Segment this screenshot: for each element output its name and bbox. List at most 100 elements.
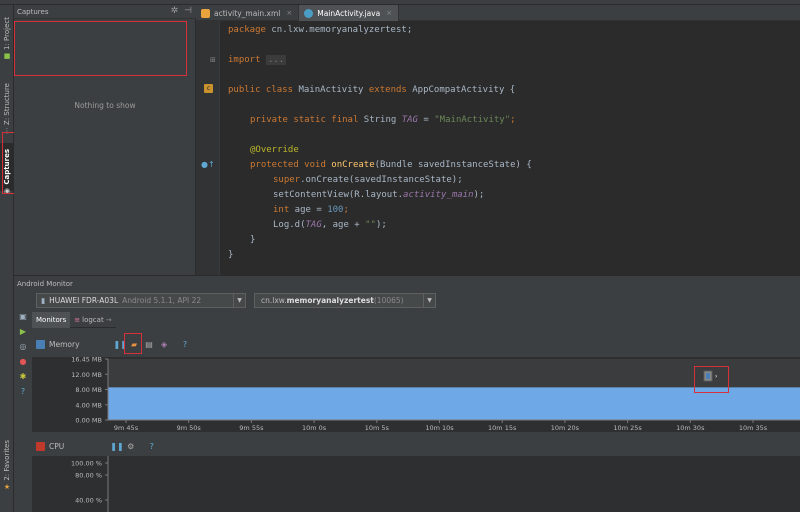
cpu-chart-svg: 100.00 % 80.00 % 40.00 % (71, 456, 800, 512)
cpu-label: CPU (49, 441, 65, 451)
pin-icon[interactable]: → (106, 316, 112, 324)
editor-tab-bar: activity_main.xml × MainActivity.java × (196, 5, 800, 21)
memory-section-header: Memory ❚❚ ▰ ▤ ◈ ? (32, 337, 800, 351)
code-line-close-method: } (250, 235, 256, 245)
memory-y-tick-label: 12.00 MB (71, 371, 102, 379)
app-pid: (10065) (373, 296, 404, 305)
tab-monitors-label: Monitors (36, 316, 67, 324)
record-icon[interactable]: ▶ (18, 327, 28, 337)
device-detail: Android 5.1.1, API 22 (122, 296, 202, 305)
code-line-method: protected void onCreate(Bundle savedInst… (250, 160, 532, 170)
close-icon[interactable]: × (286, 9, 292, 17)
pause-icon[interactable]: ❚❚ (110, 442, 123, 451)
cpu-y-tick-label: 100.00 % (71, 460, 102, 468)
override-marker-icon[interactable]: ●↑ (201, 160, 215, 169)
memory-y-tick-label: 16.45 MB (71, 357, 102, 364)
memory-y-tick-label: 8.00 MB (75, 386, 102, 394)
memory-x-tick-label: 10m 20s (551, 424, 580, 432)
memory-chart: 16.45 MB 12.00 MB 8.00 MB 4.00 MB 0.00 MB 9m … (32, 356, 800, 432)
tab-main-activity-java[interactable]: MainActivity.java × (299, 5, 400, 21)
cpu-chart: 100.00 % 80.00 % 40.00 % (32, 456, 800, 512)
editor-gutter: c ●↑ ⊞ (196, 21, 220, 275)
memory-x-tick-label: 10m 35s (739, 424, 768, 432)
memory-icon (36, 339, 45, 349)
memory-x-tick-label: 10m 30s (676, 424, 705, 432)
memory-x-tick-label: 9m 50s (177, 424, 202, 432)
tab-label: MainActivity.java (317, 8, 381, 18)
captures-icon: ◉ (3, 186, 11, 195)
terminate-icon[interactable]: ● (18, 357, 28, 367)
chevron-down-icon: ▼ (423, 294, 435, 307)
method-trace-icon[interactable]: ⚙ (125, 442, 136, 451)
phone-icon: ▮ (41, 296, 46, 305)
tab-captures-label: Captures (3, 149, 11, 185)
captures-empty-text: Nothing to show (74, 101, 136, 110)
memory-x-tick-label: 10m 15s (488, 424, 517, 432)
cpu-section-header: CPU ❚❚ ⚙ ? (32, 439, 800, 453)
xml-file-icon (201, 8, 210, 18)
import-fold[interactable]: ... (265, 55, 287, 65)
code-line-int: int age = 100; (273, 205, 349, 215)
chevron-down-icon: ▼ (233, 294, 245, 307)
gc-icon[interactable]: ✱ (18, 372, 28, 382)
allocation-tracking-icon[interactable]: ◈ (159, 340, 170, 349)
tab-monitors[interactable]: Monitors (32, 312, 71, 328)
memory-chart-svg: 16.45 MB 12.00 MB 8.00 MB 4.00 MB 0.00 MB 9m … (71, 356, 800, 432)
gc-truck-icon[interactable]: ▰ (129, 340, 140, 349)
android-monitor-panel: Android Monitor ▮ HUAWEI FDR-A03L Androi… (14, 275, 800, 512)
captures-header: Captures ✲ ⊣ (14, 5, 196, 19)
system-info-icon[interactable]: ◎ (18, 342, 28, 352)
memory-x-tick-label: 9m 55s (239, 424, 264, 432)
memory-x-tick-label: 10m 25s (613, 424, 642, 432)
memory-x-tick-label: 10m 5s (365, 424, 390, 432)
star-icon: ★ (3, 482, 11, 491)
tab-activity-main-xml[interactable]: activity_main.xml × (196, 5, 300, 21)
left-tool-strip: 1: Project ■ Z: Structure ⋮ Captures ◉ 2… (0, 5, 14, 512)
cpu-icon (36, 441, 45, 451)
memory-y-tick-label: 0.00 MB (75, 417, 102, 425)
java-class-icon (304, 8, 314, 18)
code-editor[interactable]: package cn.lxw.memoryanalyzertest; impor… (220, 21, 800, 275)
dump-heap-icon[interactable]: ▤ (144, 340, 155, 349)
fold-icon[interactable]: ⊞ (210, 56, 216, 64)
tab-logcat[interactable]: ≡ logcat → (70, 312, 115, 328)
memory-label: Memory (49, 339, 80, 349)
app-name: memoryanalyzertest (286, 296, 374, 305)
tab-label: activity_main.xml (214, 8, 281, 18)
help-icon[interactable]: ? (146, 442, 157, 451)
tab-structure-label: Z: Structure (3, 83, 11, 125)
pause-icon[interactable]: ❚❚ (114, 340, 127, 349)
captures-title: Captures (17, 7, 49, 16)
code-line-setcontentview: setContentView(R.layout.activity_main); (273, 190, 485, 200)
captures-panel: Captures ✲ ⊣ Nothing to show (14, 5, 196, 275)
tab-logcat-label: logcat (82, 316, 104, 324)
tab-project-label: 1: Project (3, 17, 11, 50)
memory-y-tick-label: 4.00 MB (75, 401, 102, 409)
device-dropdown[interactable]: ▮ HUAWEI FDR-A03L Android 5.1.1, API 22 … (36, 293, 246, 308)
code-line-super: super.onCreate(savedInstanceState); (273, 175, 463, 185)
heap-dump-cursor-icon: › (715, 373, 717, 380)
logcat-icon: ≡ (74, 316, 81, 324)
structure-icon: ⋮ (3, 126, 11, 135)
project-icon: ■ (3, 52, 11, 60)
screenshot-icon[interactable]: ▣ (18, 312, 28, 322)
class-marker-icon: c (204, 84, 213, 93)
tab-favorites-label: 2: Favorites (3, 440, 11, 481)
hide-panel-icon[interactable]: ⊣ (184, 6, 192, 16)
cpu-plot-area (108, 456, 800, 512)
heap-dump-marker-inner (706, 373, 710, 379)
tab-project[interactable]: 1: Project ■ (0, 17, 14, 60)
settings-icon[interactable]: ✲ (171, 6, 179, 16)
app-dropdown[interactable]: cn.lxw. memoryanalyzertest (10065) ▼ (254, 293, 436, 308)
code-line-class: public class MainActivity extends AppCom… (228, 85, 516, 95)
memory-x-tick-label: 10m 0s (302, 424, 327, 432)
close-icon[interactable]: × (386, 9, 392, 17)
code-line-close-class: } (228, 250, 234, 260)
code-line-field: private static final String TAG = "MainA… (250, 115, 516, 125)
tab-structure[interactable]: Z: Structure ⋮ (0, 83, 14, 135)
help-icon[interactable]: ? (180, 340, 191, 349)
tab-favorites[interactable]: 2: Favorites ★ (0, 440, 14, 491)
cpu-y-tick-label: 80.00 % (75, 472, 102, 480)
help-icon[interactable]: ? (18, 387, 28, 397)
tab-captures[interactable]: Captures ◉ (0, 143, 14, 195)
